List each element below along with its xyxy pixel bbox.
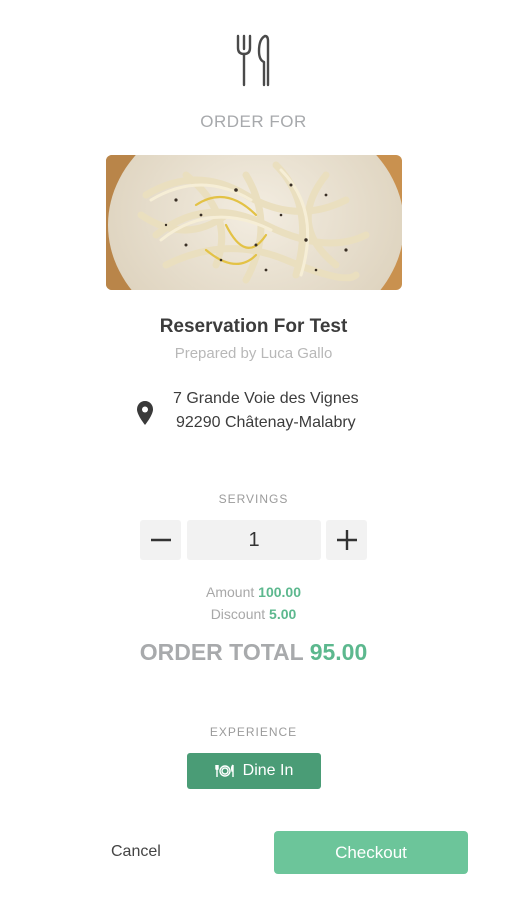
reservation-title: Reservation For Test	[159, 316, 348, 337]
dine-in-button[interactable]: Dine In	[187, 753, 321, 789]
servings-quantity[interactable]: 1	[187, 520, 321, 560]
increase-servings-button[interactable]	[326, 520, 367, 560]
discount-row: Discount 5.00	[0, 606, 507, 622]
order-total-row: ORDER TOTAL 95.00	[0, 639, 507, 666]
cancel-button[interactable]: Cancel	[111, 843, 161, 861]
order-for-label: ORDER FOR	[200, 112, 307, 131]
fork-knife-icon	[236, 34, 270, 87]
experience-label: EXPERIENCE	[209, 725, 298, 739]
address-line-2: 92290 Châtenay-Malabry	[176, 414, 356, 431]
pasta-dish-photo	[106, 155, 402, 290]
address-line-1: 7 Grande Voie des Vignes	[173, 390, 359, 407]
minus-icon	[150, 538, 171, 542]
order-total-label: ORDER TOTAL	[139, 639, 304, 665]
location-pin-icon	[137, 401, 153, 425]
dine-in-label: Dine In	[242, 762, 294, 779]
discount-label: Discount	[210, 606, 266, 622]
plus-icon	[336, 530, 357, 550]
amount-label: Amount	[206, 584, 255, 600]
order-total-value: 95.00	[309, 639, 368, 665]
decrease-servings-button[interactable]	[140, 520, 181, 560]
amount-row: Amount 100.00	[0, 584, 507, 600]
checkout-button[interactable]: Checkout	[274, 831, 468, 874]
plate-cutlery-icon	[214, 764, 234, 777]
servings-label: SERVINGS	[218, 492, 289, 506]
discount-value: 5.00	[269, 606, 297, 622]
order-screen: ORDER FOR Reservation For Test Prepared …	[0, 0, 507, 900]
chef-subtitle: Prepared by Luca Gallo	[174, 345, 333, 362]
amount-value: 100.00	[258, 584, 301, 600]
